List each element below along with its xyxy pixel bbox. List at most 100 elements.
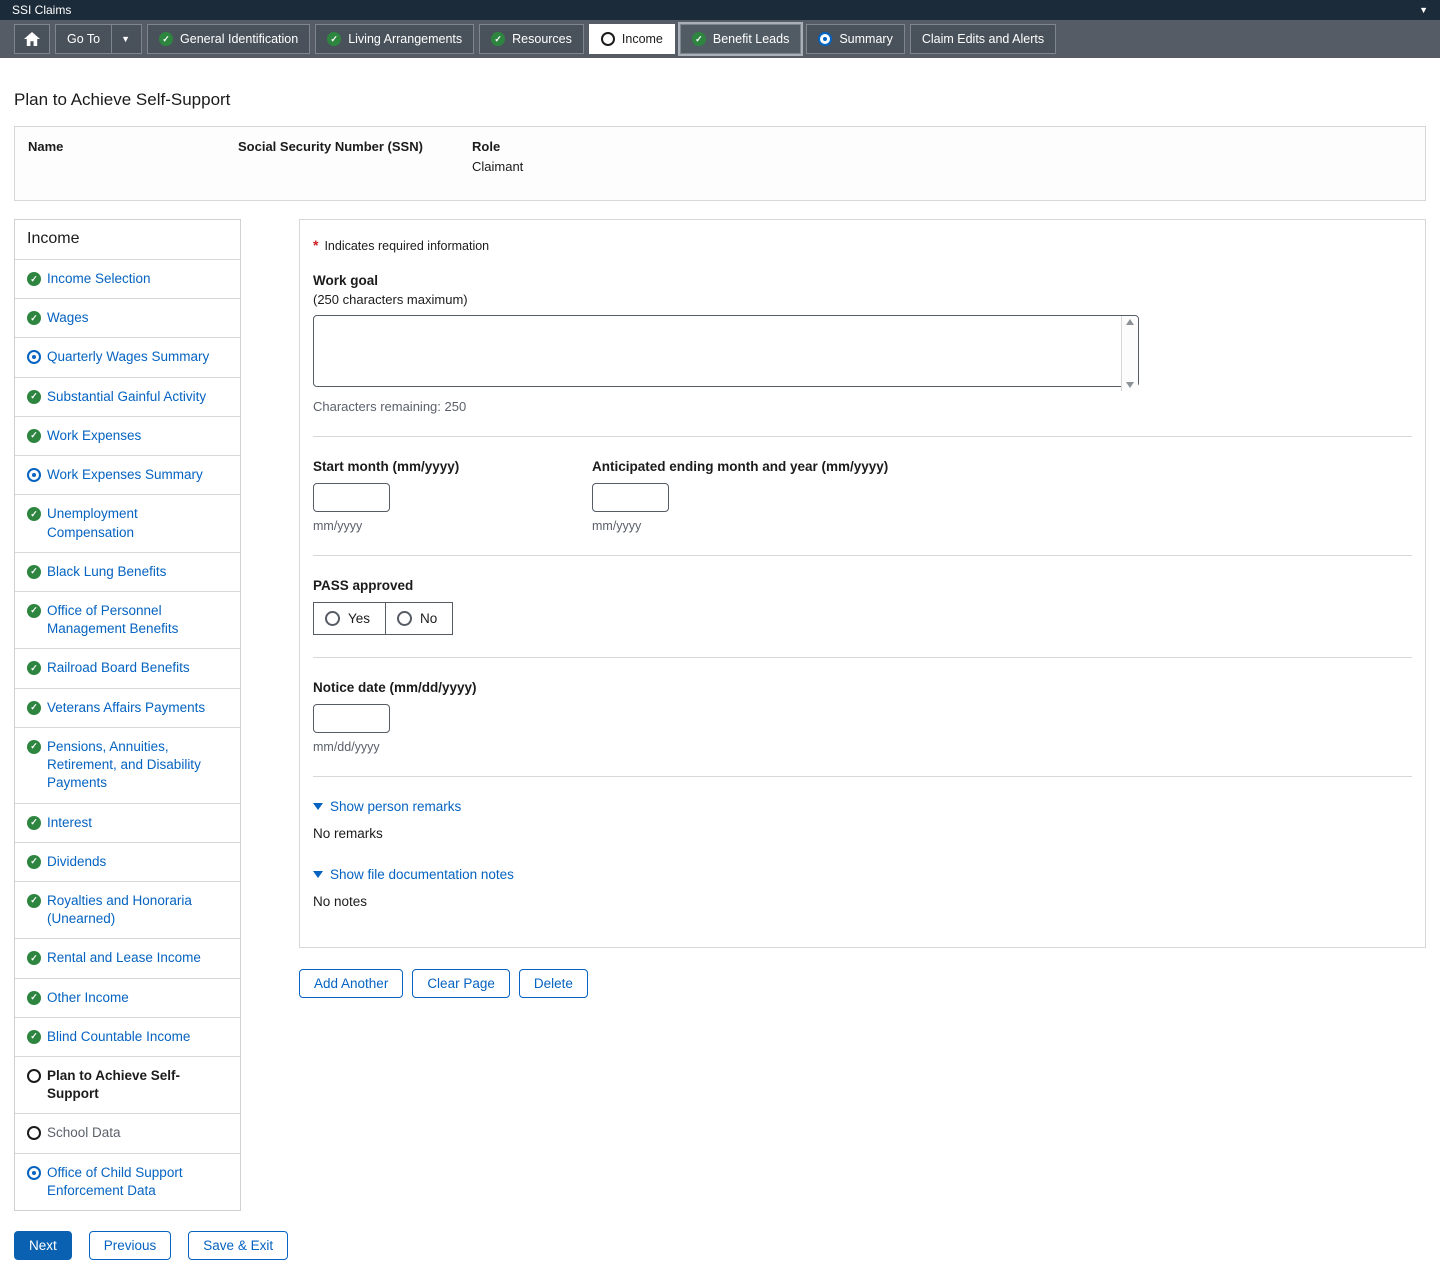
sidebar-item-royalties-and-honoraria[interactable]: Royalties and Honoraria (Unearned) [15,881,240,938]
sidebar-item-office-of-personnel-management-benefits[interactable]: Office of Personnel Management Benefits [15,591,240,648]
check-circle-icon [27,390,41,404]
check-circle-icon [27,951,41,965]
notice-date-format-hint: mm/dd/yyyy [313,740,1412,754]
sidebar-item-label: Income Selection [47,270,151,288]
sidebar-item-label: Unemployment Compensation [47,505,228,541]
delete-button[interactable]: Delete [519,969,588,998]
circle-outline-icon [27,1069,41,1083]
divider [313,436,1412,437]
ending-month-format-hint: mm/yyyy [592,519,888,533]
sidebar-item-railroad-board-benefits[interactable]: Railroad Board Benefits [15,648,240,687]
sidebar-item-label: Blind Countable Income [47,1028,190,1046]
check-circle-icon [27,272,41,286]
sidebar-item-label: Black Lung Benefits [47,563,166,581]
chevron-down-icon [313,871,323,878]
sidebar-item-income-selection[interactable]: Income Selection [15,259,240,298]
pass-approved-no-option[interactable]: No [385,603,452,634]
circle-outline-icon [27,1126,41,1140]
pass-approved-yes-option[interactable]: Yes [314,603,385,634]
sidebar-item-label: Rental and Lease Income [47,949,201,967]
topbar-caret-down-icon[interactable]: ▼ [1419,5,1428,15]
sidebar-item-label: Pensions, Annuities, Retirement, and Dis… [47,738,228,793]
scroll-down-icon[interactable] [1126,382,1134,388]
app-title-bar: SSI Claims ▼ [0,0,1440,20]
tab-income[interactable]: Income [589,24,675,54]
sidebar-item-pensions-annuities-retirement-disability[interactable]: Pensions, Annuities, Retirement, and Dis… [15,727,240,803]
previous-button[interactable]: Previous [89,1231,172,1260]
tab-benefit-leads[interactable]: Benefit Leads [680,24,801,54]
sidebar-item-wages[interactable]: Wages [15,298,240,337]
sidebar-item-school-data[interactable]: School Data [15,1113,240,1152]
sidebar-item-label: Veterans Affairs Payments [47,699,205,717]
page-title: Plan to Achieve Self-Support [14,90,1426,110]
check-circle-icon [27,429,41,443]
check-circle-icon [327,32,341,46]
ssn-label: Social Security Number (SSN) [238,139,472,154]
tab-label: Living Arrangements [348,32,462,46]
start-month-input[interactable] [313,483,390,512]
radio-circle-icon[interactable] [325,611,340,626]
work-goal-textarea[interactable] [313,315,1139,387]
add-another-button[interactable]: Add Another [299,969,403,998]
next-button[interactable]: Next [14,1231,72,1260]
tab-claim-edits-and-alerts[interactable]: Claim Edits and Alerts [910,24,1056,54]
sidebar-item-black-lung-benefits[interactable]: Black Lung Benefits [15,552,240,591]
show-file-documentation-notes-link[interactable]: Show file documentation notes [313,867,1412,882]
textarea-scrollbar[interactable] [1121,316,1138,391]
sidebar-item-label: Railroad Board Benefits [47,659,190,677]
sidebar-item-label: Work Expenses [47,427,141,445]
show-person-remarks-link[interactable]: Show person remarks [313,799,1412,814]
sidebar-item-dividends[interactable]: Dividends [15,842,240,881]
sidebar-item-label: Interest [47,814,92,832]
radio-circle-icon[interactable] [397,611,412,626]
home-button[interactable] [14,24,50,54]
sidebar-item-label: Office of Personnel Management Benefits [47,602,228,638]
work-goal-textarea-wrap [313,315,1139,392]
toggle-link-label: Show file documentation notes [330,867,514,882]
clear-page-button[interactable]: Clear Page [412,969,510,998]
sidebar-item-substantial-gainful-activity[interactable]: Substantial Gainful Activity [15,377,240,416]
notice-date-input[interactable] [313,704,390,733]
tab-summary[interactable]: Summary [806,24,904,54]
check-circle-icon [27,604,41,618]
sidebar-item-rental-and-lease-income[interactable]: Rental and Lease Income [15,938,240,977]
sidebar-item-office-of-child-support-enforcement-data[interactable]: Office of Child Support Enforcement Data [15,1153,240,1210]
sidebar-item-blind-countable-income[interactable]: Blind Countable Income [15,1017,240,1056]
sidebar-item-interest[interactable]: Interest [15,803,240,842]
work-goal-label: Work goal [313,273,1412,288]
sidebar-item-quarterly-wages-summary[interactable]: Quarterly Wages Summary [15,337,240,376]
sidebar-item-plan-to-achieve-self-support[interactable]: Plan to Achieve Self-Support [15,1056,240,1113]
sidebar-item-other-income[interactable]: Other Income [15,978,240,1017]
sidebar-item-label: Quarterly Wages Summary [47,348,209,366]
income-sidebar: Income Income Selection Wages Quarterly … [14,219,241,1211]
target-circle-icon [27,350,41,364]
check-circle-icon [27,701,41,715]
pass-approved-radio-group: Yes No [313,602,453,635]
sidebar-item-label: Other Income [47,989,129,1007]
sidebar-item-label: Substantial Gainful Activity [47,388,206,406]
tab-living-arrangements[interactable]: Living Arrangements [315,24,474,54]
sidebar-title: Income [15,220,240,259]
check-circle-icon [159,32,173,46]
chars-remaining: Characters remaining: 250 [313,399,1412,414]
tab-resources[interactable]: Resources [479,24,584,54]
tab-general-identification[interactable]: General Identification [147,24,310,54]
scroll-up-icon[interactable] [1126,319,1134,325]
target-circle-icon [818,32,832,46]
sidebar-item-label: Royalties and Honoraria (Unearned) [47,892,228,928]
ending-month-input[interactable] [592,483,669,512]
sidebar-item-work-expenses[interactable]: Work Expenses [15,416,240,455]
save-exit-button[interactable]: Save & Exit [188,1231,288,1260]
sidebar-item-unemployment-compensation[interactable]: Unemployment Compensation [15,494,240,551]
go-to-dropdown[interactable]: Go To ▼ [55,24,142,54]
tab-label: Income [622,32,663,46]
pass-approved-label: PASS approved [313,578,1412,593]
sidebar-item-veterans-affairs-payments[interactable]: Veterans Affairs Payments [15,688,240,727]
tab-label: Summary [839,32,892,46]
radio-label: Yes [348,611,370,626]
check-circle-icon [27,816,41,830]
check-circle-icon [27,894,41,908]
sidebar-item-work-expenses-summary[interactable]: Work Expenses Summary [15,455,240,494]
name-label: Name [28,139,238,154]
home-icon [24,32,40,46]
